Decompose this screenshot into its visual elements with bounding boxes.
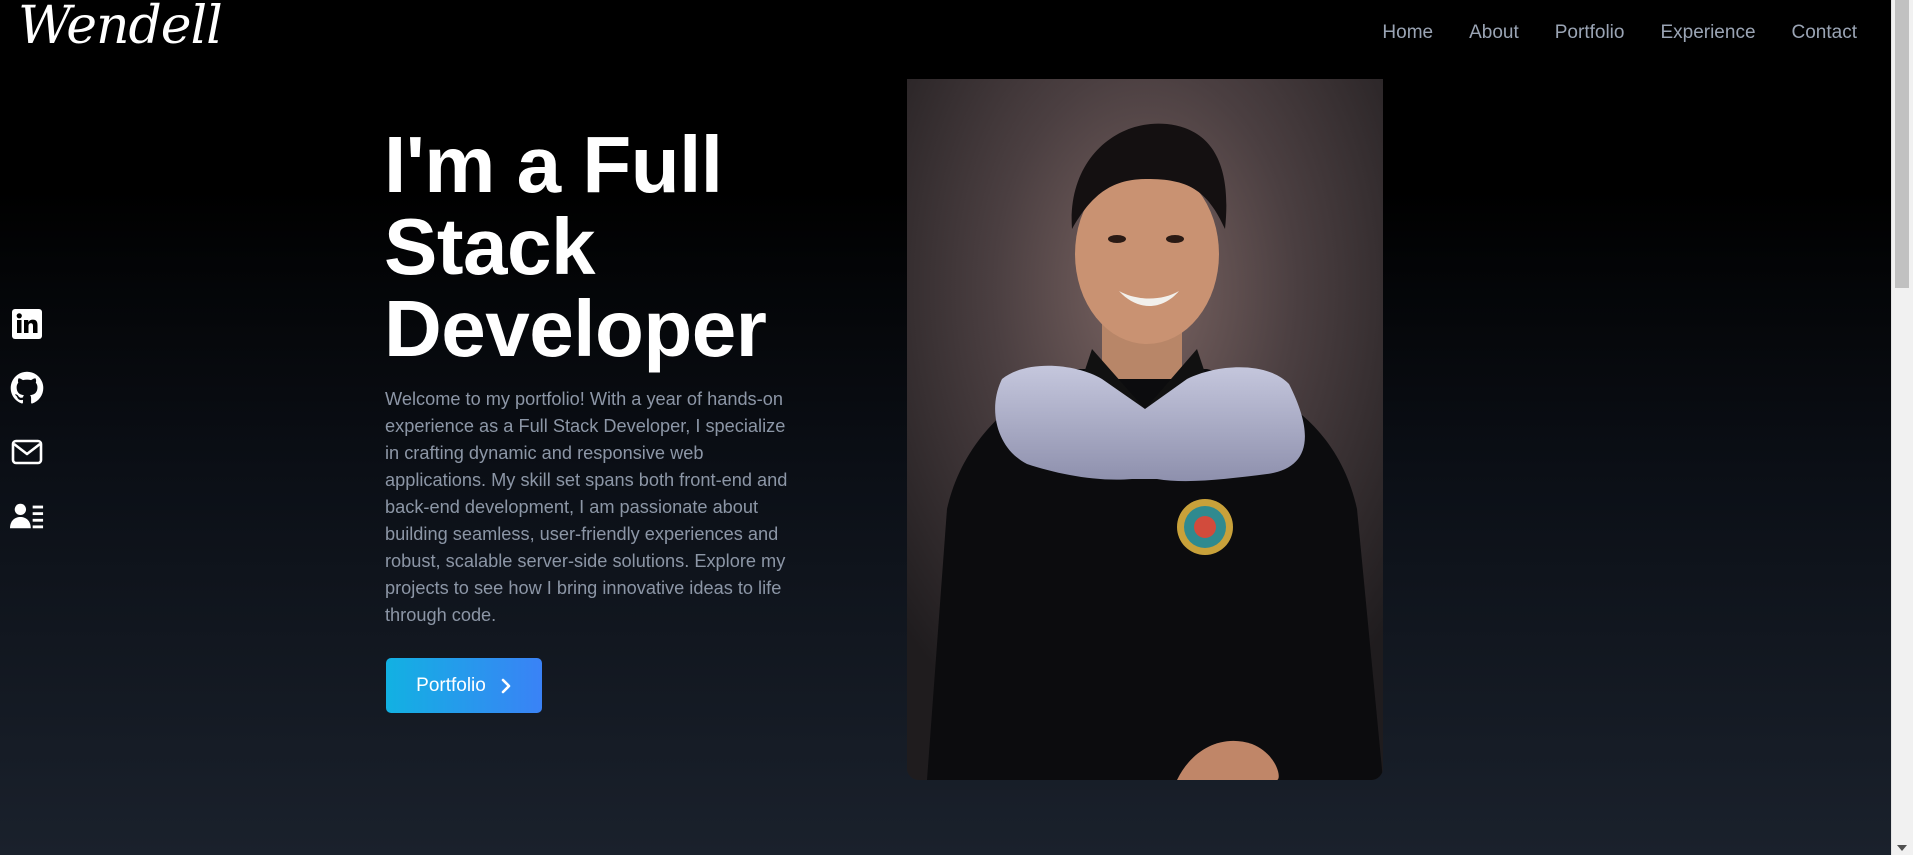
linkedin-link[interactable] <box>10 308 44 340</box>
resume-link[interactable] <box>10 500 44 532</box>
github-link[interactable] <box>10 371 44 404</box>
profile-photo <box>907 79 1383 780</box>
scrollbar-thumb[interactable] <box>1895 0 1909 288</box>
chevron-right-icon <box>501 678 511 693</box>
resume-icon <box>10 503 44 529</box>
portfolio-button[interactable]: Portfolio <box>386 658 542 713</box>
linkedin-icon <box>12 309 42 339</box>
hero-title: I'm a Full Stack Developer <box>384 120 767 373</box>
nav-home[interactable]: Home <box>1382 22 1433 44</box>
email-link[interactable] <box>10 436 44 468</box>
nav-experience[interactable]: Experience <box>1660 22 1755 44</box>
scroll-down-arrow-icon[interactable] <box>1897 845 1907 851</box>
brand-logo[interactable]: Wendell <box>18 0 223 56</box>
scrollbar[interactable] <box>1891 0 1913 855</box>
nav-about[interactable]: About <box>1469 22 1519 44</box>
github-icon <box>10 371 44 404</box>
portfolio-button-label: Portfolio <box>416 674 486 696</box>
nav-portfolio[interactable]: Portfolio <box>1555 22 1625 44</box>
hero-description: Welcome to my portfolio! With a year of … <box>385 389 788 625</box>
nav-contact[interactable]: Contact <box>1792 22 1857 44</box>
main-nav: Home About Portfolio Experience Contact <box>1382 22 1857 44</box>
social-links <box>10 308 44 532</box>
mail-icon <box>11 439 43 465</box>
